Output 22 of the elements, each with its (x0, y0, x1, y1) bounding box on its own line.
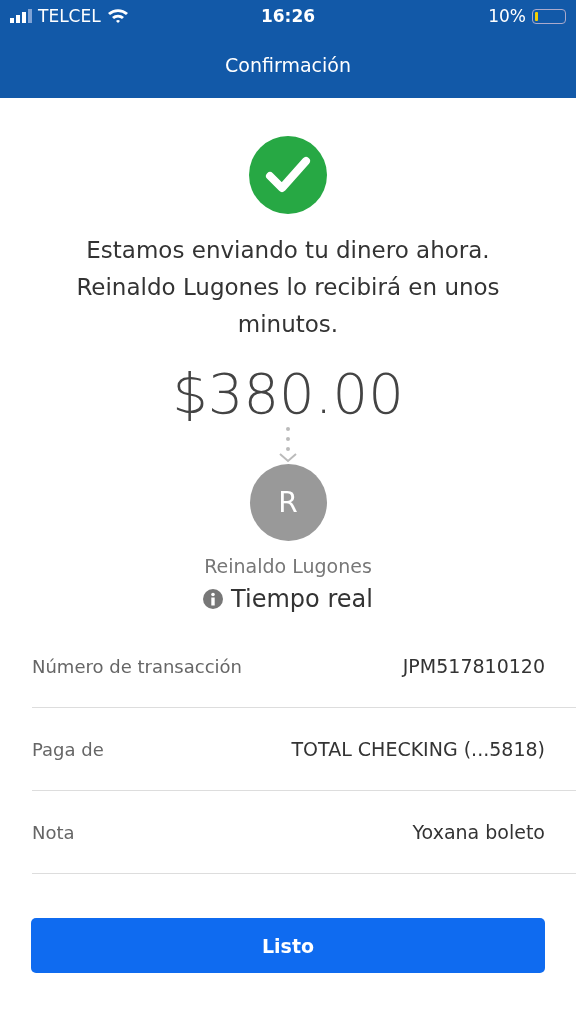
recipient-name: Reinaldo Lugones (204, 555, 372, 577)
signal-icon (10, 9, 32, 23)
carrier-name: TELCEL (38, 6, 101, 26)
delivery-speed: Tiempo real (231, 585, 373, 613)
info-icon (203, 589, 224, 609)
detail-value: Yoxana boleto (412, 821, 545, 843)
screen-title: Confirmación (225, 54, 351, 76)
dotted-arrow-icon (277, 426, 299, 464)
recipient-avatar: R (249, 464, 327, 541)
battery-percentage: 10% (488, 6, 526, 26)
detail-value: TOTAL CHECKING (...5818) (291, 738, 545, 760)
detail-label: Número de transacción (32, 655, 242, 677)
success-check-icon (249, 136, 327, 214)
battery-icon (532, 8, 566, 24)
done-button[interactable]: Listo (31, 918, 545, 973)
detail-label: Paga de (32, 738, 104, 760)
detail-label: Nota (32, 821, 75, 843)
amount-text: $380.00 (172, 361, 404, 426)
confirmation-message: Estamos enviando tu dinero ahora. Reinaldo Lugones lo recibirá en unos minutos. (75, 236, 501, 339)
detail-value: JPM517810120 (402, 655, 545, 677)
wifi-icon (106, 8, 129, 24)
clock-time: 16:26 (260, 6, 316, 26)
